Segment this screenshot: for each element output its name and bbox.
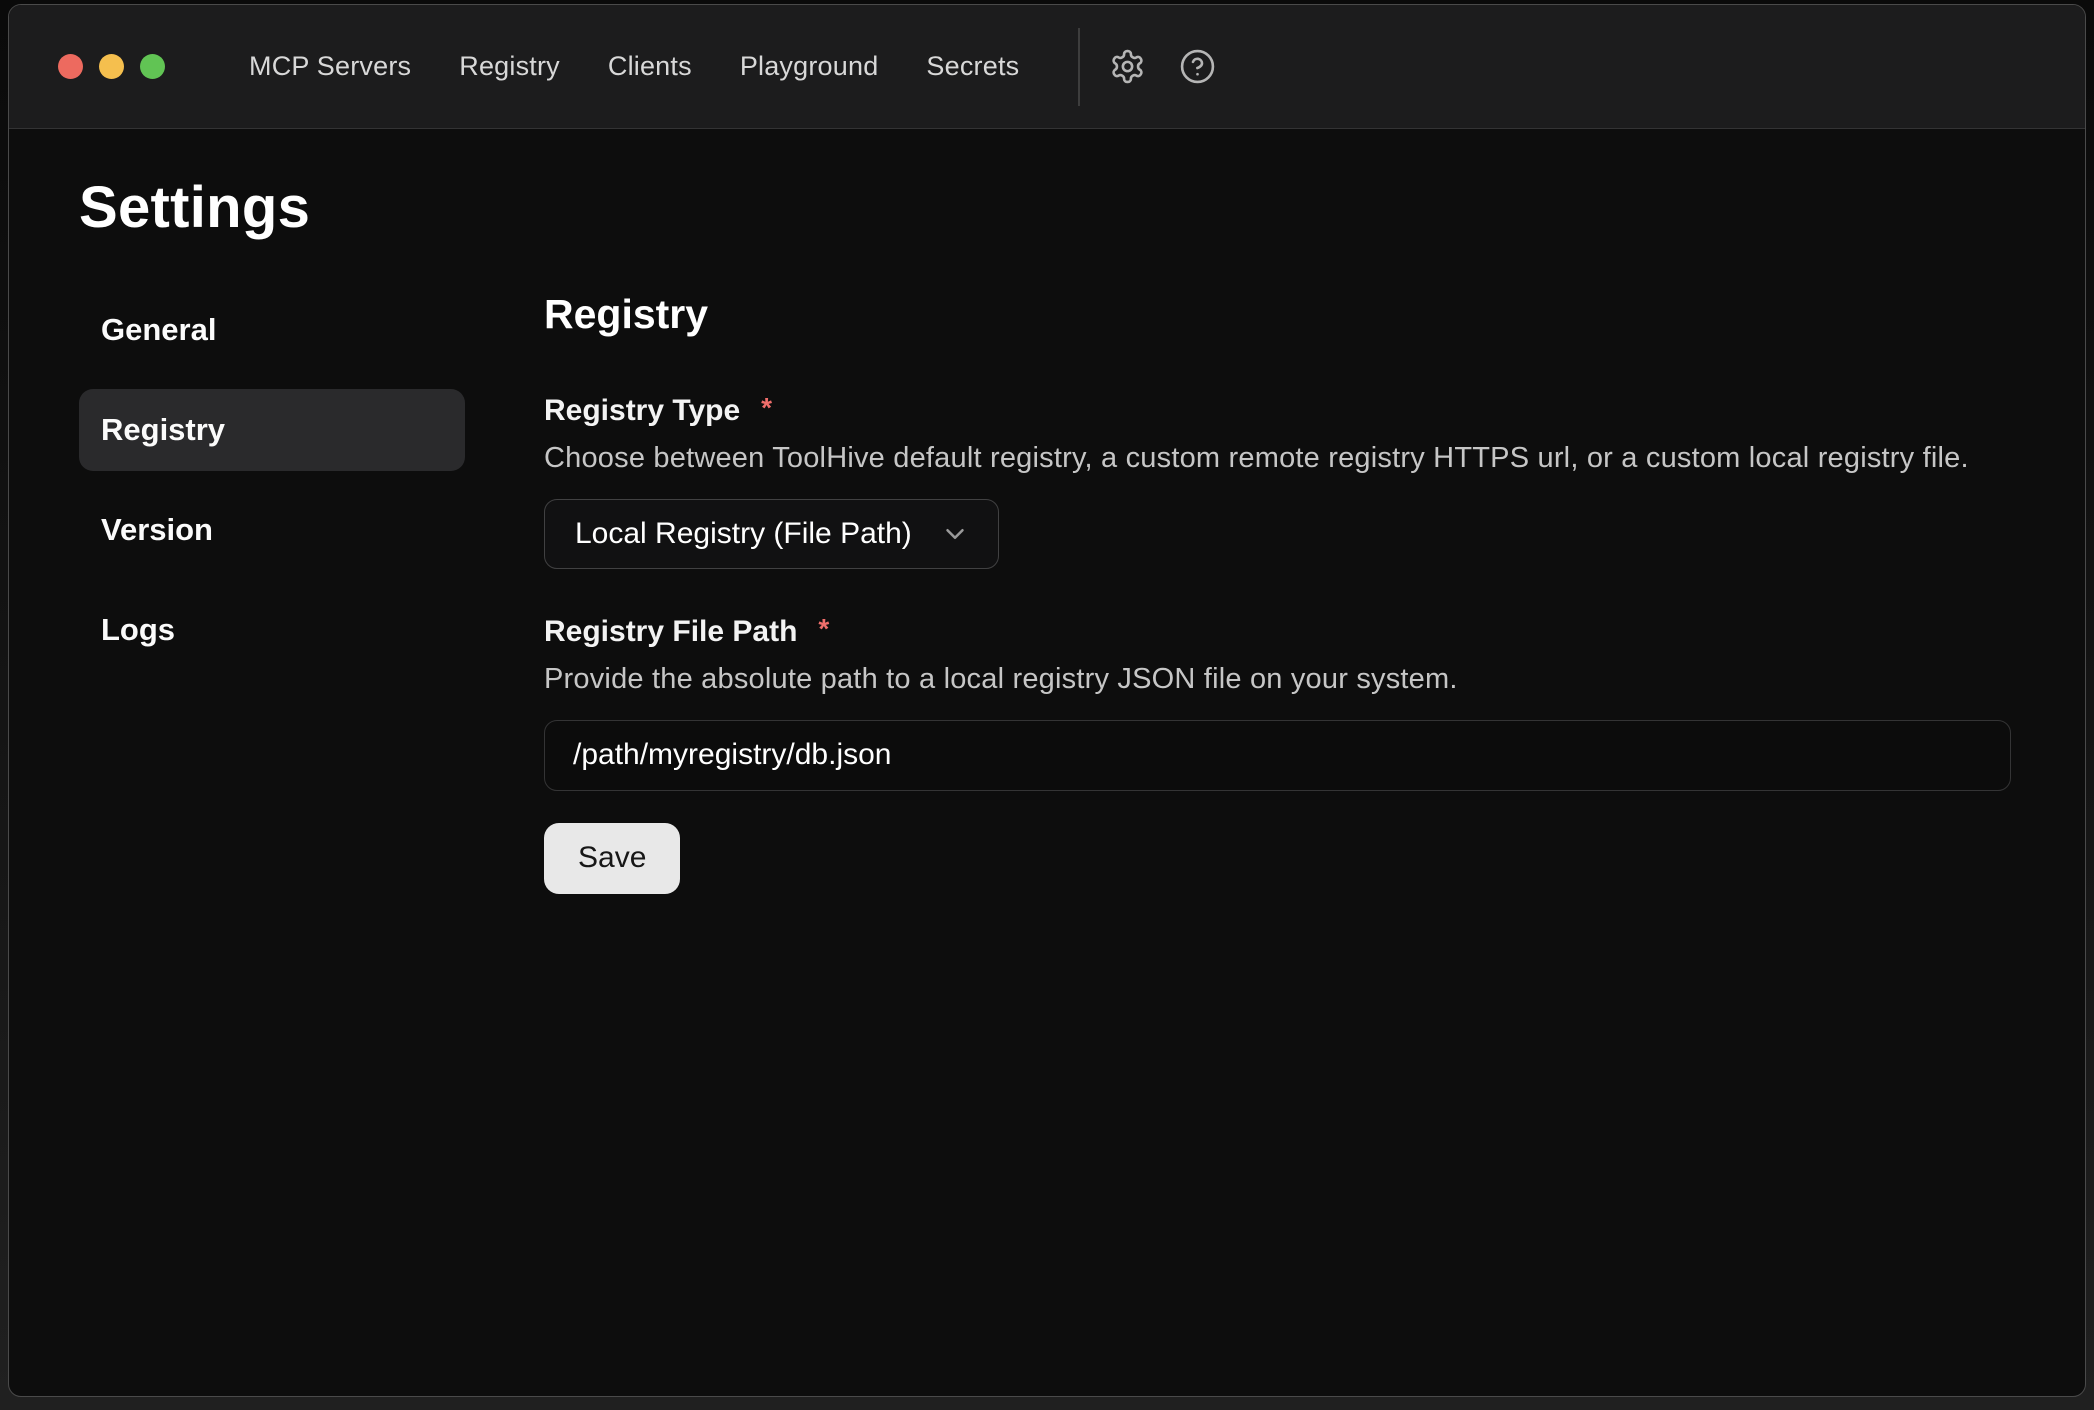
sidebar-item-registry[interactable]: Registry [79,389,465,471]
minimize-button[interactable] [99,54,124,79]
sidebar-item-logs[interactable]: Logs [79,589,465,671]
nav-item-playground[interactable]: Playground [740,51,879,82]
nav-item-secrets[interactable]: Secrets [926,51,1019,82]
nav-item-clients[interactable]: Clients [608,51,692,82]
settings-sidebar: General Registry Version Logs [79,289,465,894]
registry-file-path-label-row: Registry File Path * [544,615,2011,648]
settings-content: Settings General Registry Version Logs R… [9,129,2085,1396]
required-marker: * [761,393,772,424]
registry-type-description: Choose between ToolHive default registry… [544,442,2011,475]
page-title: Settings [79,173,2011,243]
gear-icon [1109,48,1146,85]
traffic-lights [58,54,165,79]
sidebar-item-general[interactable]: General [79,289,465,371]
nav-item-registry[interactable]: Registry [459,51,560,82]
registry-file-path-description: Provide the absolute path to a local reg… [544,663,2011,696]
section-heading: Registry [544,291,2011,338]
chevron-down-icon [940,519,970,549]
nav-item-mcp-servers[interactable]: MCP Servers [249,51,411,82]
registry-type-label-row: Registry Type * [544,394,2011,427]
help-icon [1179,48,1216,85]
registry-type-selected-value: Local Registry (File Path) [575,517,912,551]
titlebar-divider [1078,28,1080,106]
app-window: MCP Servers Registry Clients Playground … [8,4,2086,1397]
settings-gear-button[interactable] [1108,48,1146,86]
titlebar-icons [1108,48,1216,86]
save-button[interactable]: Save [544,823,680,894]
help-button[interactable] [1178,48,1216,86]
sidebar-item-version[interactable]: Version [79,489,465,571]
required-marker: * [818,614,829,645]
titlebar[interactable]: MCP Servers Registry Clients Playground … [9,5,2085,129]
main-nav: MCP Servers Registry Clients Playground … [249,51,1019,82]
registry-type-label: Registry Type [544,394,740,427]
registry-type-select[interactable]: Local Registry (File Path) [544,499,999,569]
close-button[interactable] [58,54,83,79]
registry-file-path-label: Registry File Path [544,615,797,648]
registry-file-path-input[interactable] [544,720,2011,791]
registry-settings-panel: Registry Registry Type * Choose between … [544,289,2011,894]
zoom-button[interactable] [140,54,165,79]
